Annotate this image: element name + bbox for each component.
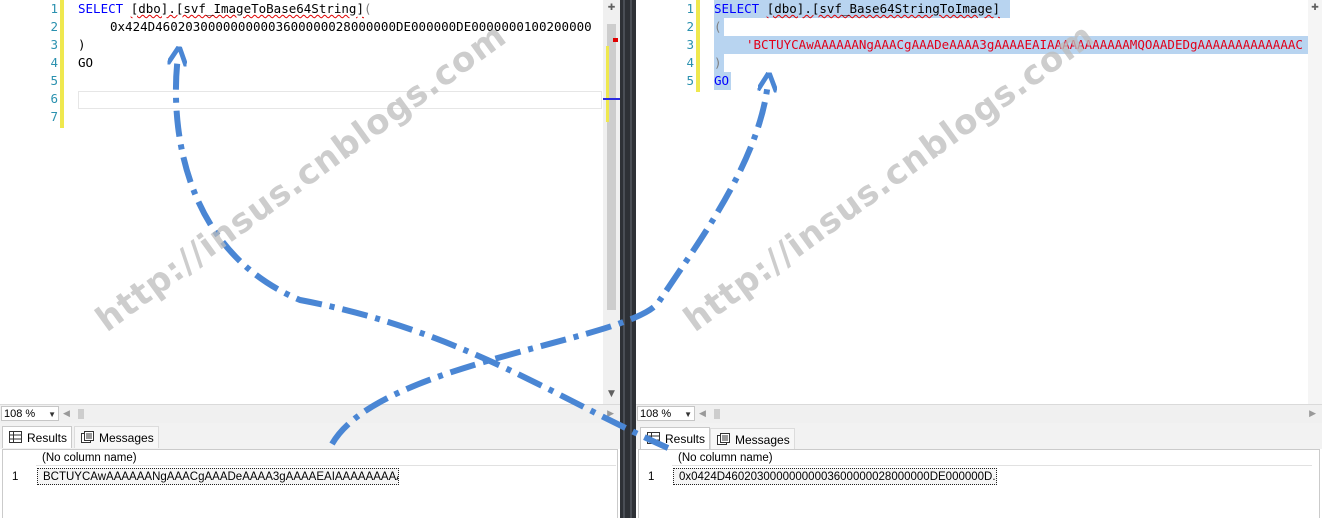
row-number: 1: [648, 471, 655, 483]
zoom-dropdown[interactable]: 108 % ▼: [1, 406, 59, 421]
line-number: 4: [686, 55, 694, 70]
line-number: 5: [686, 73, 694, 88]
right-code-editor[interactable]: 1 2 3 4 5 SELECT [dbo].[svf_Base64String…: [636, 0, 1322, 404]
column-header[interactable]: (No column name): [672, 450, 1312, 466]
window-split-divider[interactable]: [620, 0, 636, 518]
right-vertical-scrollbar[interactable]: ✚: [1308, 0, 1322, 404]
left-results-grid[interactable]: (No column name) 1 BCTUYCAwAAAAAANgAAACg…: [0, 449, 620, 518]
line-number: 1: [50, 1, 58, 16]
caret-position-marker: [603, 98, 620, 100]
tab-results-label: Results: [665, 432, 706, 446]
zoom-value: 108 %: [4, 408, 36, 420]
messages-icon: [81, 431, 94, 443]
change-overview-marker: [606, 46, 609, 122]
right-line-number-gutter: 1 2 3 4 5: [636, 0, 696, 92]
current-line-highlight: [78, 91, 602, 109]
function-name: [dbo].[svf_Base64StringToImage]: [766, 1, 1000, 16]
left-code-text[interactable]: SELECT [dbo].[svf_ImageToBase64String]( …: [65, 0, 602, 128]
zoom-dropdown[interactable]: 108 % ▼: [637, 406, 695, 421]
grid-icon: [647, 432, 660, 444]
change-marker-strip: [60, 0, 64, 128]
left-vertical-scrollbar[interactable]: ✚ ▼: [603, 0, 620, 404]
line-number: 2: [50, 19, 58, 34]
line-number: 3: [50, 37, 58, 52]
function-name: [dbo].[svf_ImageToBase64String]: [130, 1, 364, 16]
tab-results[interactable]: Results: [2, 426, 73, 448]
line-number: 3: [686, 37, 694, 52]
scroll-right-icon[interactable]: ▶: [607, 408, 614, 419]
left-query-pane: 1 2 3 4 5 6 7 SELECT [dbo].[svf_ImageToB…: [0, 0, 620, 518]
messages-icon: [717, 433, 730, 445]
grid-icon: [9, 431, 22, 443]
code-line-4: GO: [78, 55, 94, 70]
right-results-tabs: Results Messages: [636, 423, 1322, 450]
left-line-number-gutter: 1 2 3 4 5 6 7: [0, 0, 60, 128]
keyword-select: SELECT: [78, 1, 124, 16]
code-line-3: 'BCTUYCAwAAAAAANgAAACgAAADeAAAA3gAAAAEAI…: [746, 37, 1303, 52]
chevron-down-icon: ▼: [684, 410, 692, 419]
result-cell[interactable]: 0x0424D46020300000000003600000028000000D…: [673, 468, 997, 485]
divider-line: [623, 0, 625, 518]
scroll-right-icon[interactable]: ▶: [1309, 408, 1316, 419]
line-number: 6: [50, 91, 58, 106]
tab-messages[interactable]: Messages: [74, 426, 159, 448]
keyword-select: SELECT: [714, 1, 760, 16]
line-number: 5: [50, 73, 58, 88]
column-header[interactable]: (No column name): [36, 450, 616, 466]
error-marker: [613, 38, 618, 42]
split-handle-icon[interactable]: ✚: [1308, 0, 1322, 17]
tab-messages-label: Messages: [735, 433, 790, 447]
left-code-editor[interactable]: 1 2 3 4 5 6 7 SELECT [dbo].[svf_ImageToB…: [0, 0, 620, 404]
tab-results-label: Results: [27, 431, 68, 445]
code-line-2: 0x424D46020300000000003600000028000000DE…: [110, 19, 592, 34]
code-line-3: ): [78, 37, 86, 52]
open-paren: (: [363, 1, 372, 16]
code-line-2: (: [714, 19, 722, 34]
left-results-tabs: Results Messages: [0, 423, 620, 450]
chevron-down-icon: ▼: [48, 410, 56, 419]
row-number: 1: [12, 471, 19, 483]
code-line-5: GO: [714, 73, 730, 88]
zoom-value: 108 %: [640, 408, 672, 420]
line-number: 7: [50, 109, 58, 124]
line-number: 4: [50, 55, 58, 70]
left-zoom-bar: 108 % ▼ ◀ ▶: [0, 404, 620, 423]
result-cell[interactable]: BCTUYCAwAAAAAANgAAACgAAADeAAAA3gAAAAEAIA…: [37, 468, 399, 485]
change-marker-strip: [696, 0, 700, 92]
split-handle-icon[interactable]: ✚: [603, 0, 620, 17]
horizontal-scroll-thumb[interactable]: [714, 409, 720, 419]
code-line-4: ): [714, 55, 722, 70]
right-results-grid[interactable]: (No column name) 1 0x0424D46020300000000…: [636, 449, 1322, 518]
scroll-down-icon[interactable]: ▼: [603, 386, 620, 403]
line-number: 2: [686, 19, 694, 34]
tab-results[interactable]: Results: [640, 427, 711, 449]
divider-line: [630, 0, 632, 518]
horizontal-scroll-thumb[interactable]: [78, 409, 84, 419]
right-zoom-bar: 108 % ▼ ◀ ▶: [636, 404, 1322, 423]
scroll-left-icon[interactable]: ◀: [63, 408, 70, 419]
line-number: 1: [686, 1, 694, 16]
code-line-1: SELECT [dbo].[svf_Base64StringToImage]: [714, 0, 1000, 18]
tab-messages[interactable]: Messages: [710, 428, 795, 450]
scroll-left-icon[interactable]: ◀: [699, 408, 706, 419]
tab-messages-label: Messages: [99, 431, 154, 445]
code-line-1: SELECT [dbo].[svf_ImageToBase64String](: [78, 0, 372, 18]
right-query-pane: 1 2 3 4 5 SELECT [dbo].[svf_Base64String…: [636, 0, 1322, 518]
